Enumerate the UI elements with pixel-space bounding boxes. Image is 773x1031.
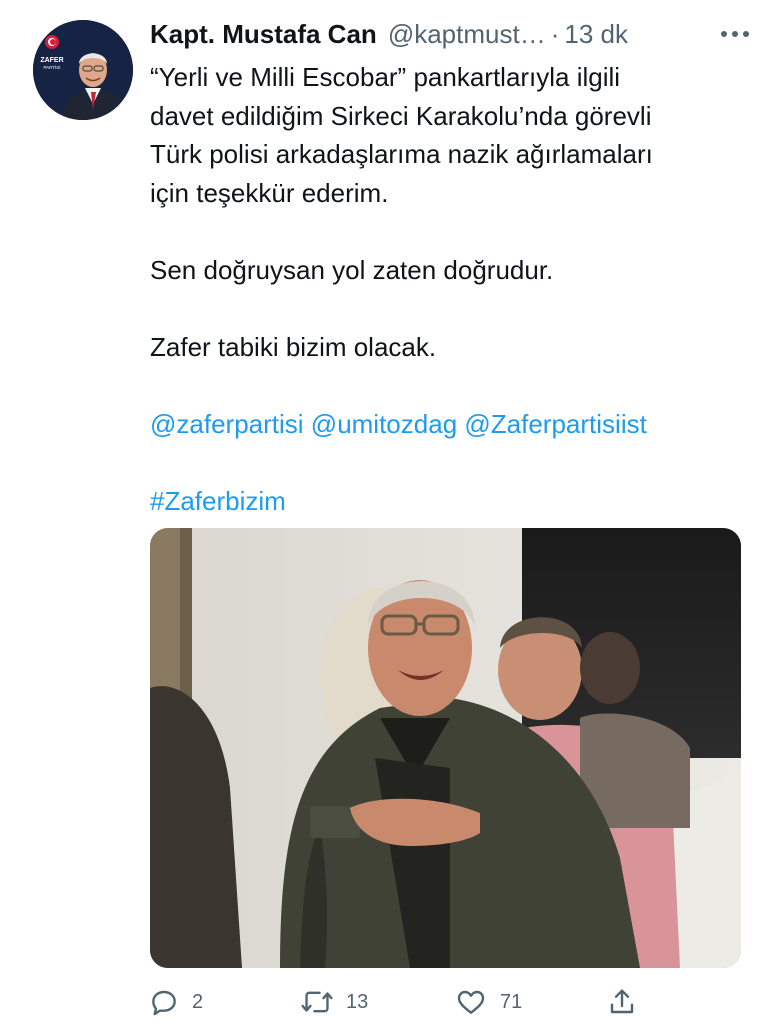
more-dots-icon (721, 31, 749, 37)
tweet-line: Sen doğruysan yol zaten doğrudur. (150, 254, 554, 285)
tweet-line: Zafer tabiki bizim olacak. (150, 331, 437, 362)
avatar-logo-subtext: PARTİSİ (43, 64, 60, 70)
avatar-image: ZAFER PARTİSİ (33, 20, 133, 120)
like-count: 71 (500, 990, 523, 1013)
action-bar: 2 13 71 (148, 982, 748, 1022)
mention-link[interactable]: @zaferpartisi (150, 409, 304, 439)
mention-link[interactable]: @Zaferpartisiist (464, 409, 646, 439)
heart-icon (457, 990, 485, 1014)
mentions-line: @zaferpartisi @umitozdag @Zaferpartisiis… (150, 405, 750, 444)
more-button[interactable] (715, 14, 755, 54)
mention-link[interactable]: @umitozdag (311, 409, 457, 439)
avatar-logo-text: ZAFER (40, 57, 63, 64)
reply-button[interactable]: 2 (148, 982, 203, 1022)
retweet-icon (301, 991, 333, 1013)
author-handle[interactable]: @kaptmust… (388, 14, 546, 54)
like-button[interactable]: 71 (454, 982, 522, 1022)
retweet-count: 13 (346, 990, 369, 1013)
reply-count: 2 (192, 990, 204, 1013)
tweet-line: için teşekkür ederim. (150, 177, 389, 208)
hashtag-link[interactable]: #Zaferbizim (150, 486, 286, 516)
photo-image (150, 528, 741, 968)
tweet-line: davet edildiğim Sirkeci Karakolu’nda gör… (150, 100, 652, 131)
tweet-line: Türk polisi arkadaşlarıma nazik ağırlama… (150, 139, 653, 169)
reply-bubble-icon (152, 990, 176, 1016)
tweet-line: “Yerli ve Milli Escobar” pankartlarıyla … (150, 62, 621, 92)
tweet-text: “Yerli ve Milli Escobar” pankartlarıyla … (150, 58, 750, 520)
share-icon (610, 989, 634, 1014)
hashtag-line: #Zaferbizim (150, 482, 750, 521)
header-separator: · (550, 19, 560, 49)
tweet-photo[interactable] (150, 528, 741, 968)
tweet-timestamp[interactable]: 13 dk (564, 14, 628, 54)
share-button[interactable] (606, 982, 638, 1022)
retweet-button[interactable]: 13 (300, 982, 368, 1022)
author-display-name[interactable]: Kapt. Mustafa Can (150, 14, 377, 54)
tweet-header: Kapt. Mustafa Can @kaptmust… · 13 dk (150, 14, 755, 54)
tweet: ZAFER PARTİSİ Kapt. Mustafa Can @kaptmus… (0, 0, 773, 1031)
author-avatar[interactable]: ZAFER PARTİSİ (33, 20, 133, 120)
